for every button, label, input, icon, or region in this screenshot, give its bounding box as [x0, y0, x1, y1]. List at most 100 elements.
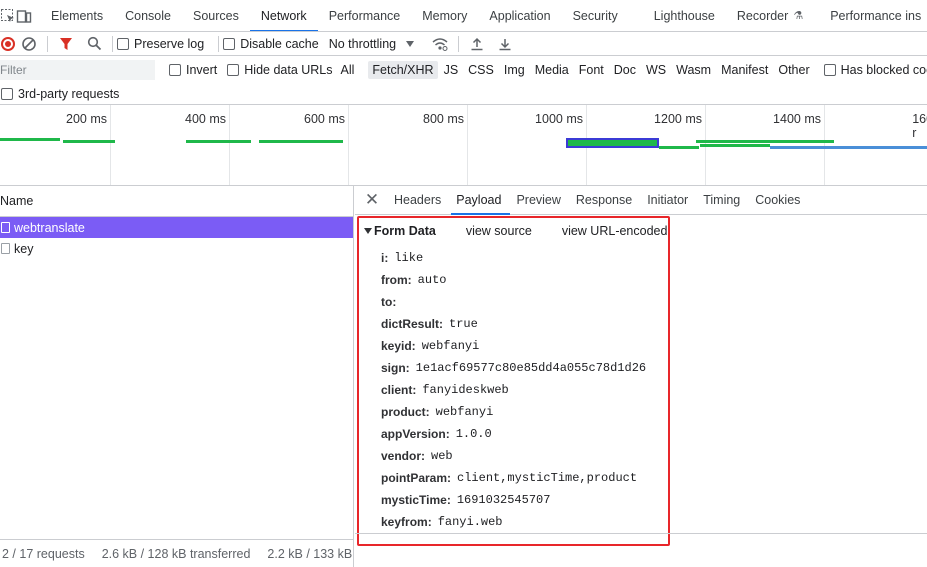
timeline-tick-label: 1600 r [912, 112, 927, 140]
network-conditions-icon[interactable] [426, 36, 454, 52]
filter-type-ws[interactable]: WS [642, 61, 670, 79]
third-party-checkbox[interactable]: 3rd-party requests [1, 87, 119, 101]
tab-recorder-label: Recorder [736, 8, 789, 23]
record-icon[interactable] [1, 36, 15, 51]
checkbox-box[interactable] [1, 87, 13, 100]
timeline-gridline [467, 105, 468, 185]
invert-label: Invert [186, 63, 218, 77]
waterfall-bar [0, 138, 60, 141]
timeline-gridline [348, 105, 349, 185]
tab-elements[interactable]: Elements [40, 0, 114, 31]
details-tab-bar: ✕ Headers Payload Preview Response Initi… [355, 186, 927, 215]
preserve-log-checkbox[interactable]: Preserve log [117, 37, 204, 51]
details-tab-cookies[interactable]: Cookies [750, 186, 809, 214]
download-icon[interactable] [491, 37, 519, 51]
toolbar-divider [47, 35, 48, 52]
filter-type-js[interactable]: JS [440, 61, 463, 79]
request-row-key[interactable]: key [0, 238, 353, 259]
name-column-header[interactable]: Name [0, 186, 353, 217]
tab-sources[interactable]: Sources [182, 0, 250, 31]
details-tab-headers[interactable]: Headers [389, 186, 450, 214]
form-data-header[interactable]: Form Data view source view URL-encoded [364, 224, 697, 238]
field-key: sign: [381, 361, 410, 375]
checkbox-box[interactable] [117, 37, 129, 50]
tab-memory[interactable]: Memory [411, 0, 478, 31]
toolbar-divider [458, 35, 460, 52]
flask-icon: ⚗ [793, 10, 804, 22]
hide-data-urls-checkbox[interactable]: Hide data URLs [227, 63, 333, 77]
tab-application[interactable]: Application [478, 0, 561, 31]
filter-type-doc[interactable]: Doc [610, 61, 640, 79]
filter-type-font[interactable]: Font [575, 61, 608, 79]
field-value: fanyideskweb [422, 383, 509, 397]
checkbox-box[interactable] [169, 64, 181, 76]
filter-type-css[interactable]: CSS [464, 61, 498, 79]
filter-type-manifest[interactable]: Manifest [717, 61, 772, 79]
field-key: pointParam: [381, 471, 452, 485]
filter-type-other[interactable]: Other [774, 61, 813, 79]
tab-performance[interactable]: Performance [318, 0, 412, 31]
checkbox-box[interactable] [223, 37, 236, 50]
field-value: client,mysticTime,product [457, 471, 638, 485]
details-tab-preview[interactable]: Preview [511, 186, 569, 214]
field-value: fanyi.web [437, 515, 503, 529]
filter-type-media[interactable]: Media [531, 61, 573, 79]
details-tab-payload[interactable]: Payload [451, 186, 511, 215]
timeline-overview[interactable]: 200 ms 400 ms 600 ms 800 ms 1000 ms 1200… [0, 105, 927, 186]
timeline-tick-label: 1000 ms [535, 112, 583, 126]
has-blocked-cookies-checkbox[interactable]: Has blocked cookies [823, 63, 927, 77]
request-name: webtranslate [14, 220, 85, 235]
checkbox-box[interactable] [227, 64, 240, 76]
clear-icon[interactable] [15, 36, 43, 52]
tab-security[interactable]: Security [562, 0, 629, 31]
tab-network[interactable]: Network [249, 0, 318, 31]
disable-cache-checkbox[interactable]: Disable cache [223, 37, 319, 51]
view-url-encoded-link[interactable]: view URL-encoded [562, 224, 668, 238]
field-key: mysticTime: [381, 493, 451, 507]
field-value: web [431, 449, 453, 463]
hide-data-urls-label: Hide data URLs [244, 63, 333, 77]
form-data-section: Form Data view source view URL-encoded i… [357, 216, 670, 546]
tab-performance-insights[interactable]: Performance ins [814, 0, 927, 31]
devtools-tab-bar: Elements Console Sources Network Perform… [0, 0, 927, 32]
expand-triangle-icon[interactable] [364, 228, 372, 234]
filter-type-img[interactable]: Img [500, 61, 529, 79]
throttling-select[interactable]: No throttling [329, 37, 415, 51]
tab-lighthouse[interactable]: Lighthouse [643, 0, 726, 31]
field-key: appVersion: [381, 427, 450, 441]
request-list-panel: Name webtranslate key 2 / 17 requests 2.… [0, 186, 354, 567]
selected-request-bar [566, 138, 659, 148]
close-icon[interactable]: ✕ [355, 186, 389, 214]
filter-type-all[interactable]: All [337, 61, 359, 79]
view-source-link[interactable]: view source [466, 224, 532, 238]
filter-input[interactable] [0, 60, 155, 80]
waterfall-bar [186, 140, 251, 143]
field-key: keyfrom: [381, 515, 432, 529]
upload-icon[interactable] [463, 37, 491, 51]
preserve-log-label: Preserve log [134, 36, 205, 51]
form-field: pointParam: client,mysticTime,product [381, 467, 646, 489]
tab-console[interactable]: Console [114, 0, 182, 31]
inspect-element-icon[interactable] [0, 0, 16, 31]
field-key: to: [381, 295, 397, 309]
timeline-tick-label: 1400 ms [773, 112, 821, 126]
third-party-label: 3rd-party requests [18, 86, 120, 101]
details-tab-timing[interactable]: Timing [698, 186, 749, 214]
device-toolbar-icon[interactable] [16, 0, 32, 31]
checkbox-box[interactable] [823, 64, 836, 76]
request-row-webtranslate[interactable]: webtranslate [0, 217, 353, 238]
form-field: sign: 1e1acf69577c80e85dd4a055c78d1d26 [381, 357, 646, 379]
invert-checkbox[interactable]: Invert [169, 63, 217, 77]
timeline-tick-label: 200 ms [66, 112, 107, 126]
filter-type-fetch-xhr[interactable]: Fetch/XHR [368, 61, 438, 79]
filter-type-wasm[interactable]: Wasm [672, 61, 715, 79]
field-value: 1691032545707 [456, 493, 551, 507]
search-icon[interactable] [80, 36, 108, 51]
toolbar-divider [112, 35, 113, 52]
details-tab-response[interactable]: Response [571, 186, 641, 214]
field-value: webfanyi [435, 405, 494, 419]
details-tab-initiator[interactable]: Initiator [642, 186, 697, 214]
filter-icon[interactable] [52, 37, 80, 51]
tab-recorder[interactable]: Recorder ⚗ [726, 0, 814, 31]
toolbar-divider [218, 35, 220, 52]
